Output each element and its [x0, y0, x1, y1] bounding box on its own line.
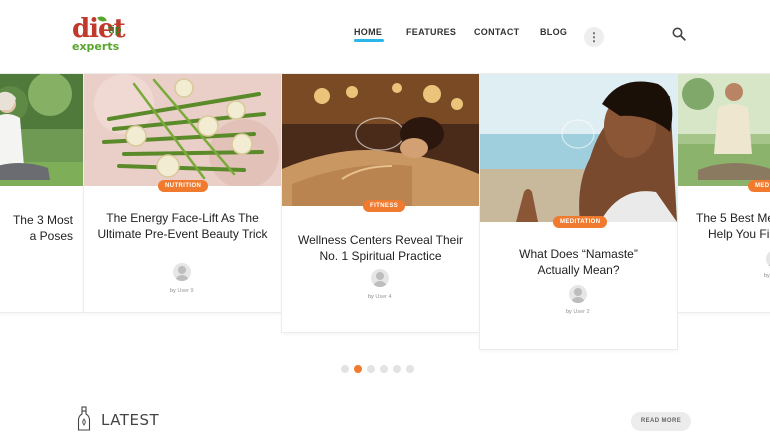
pagination-dot[interactable] — [406, 365, 414, 373]
carousel-card[interactable]: NUTRITION The Energy Face-Lift As The Ul… — [84, 74, 281, 312]
category-badge[interactable]: FITNESS — [363, 200, 406, 212]
category-badge[interactable]: MEDITATION — [553, 216, 608, 228]
carousel-card[interactable]: The 3 Most a Poses — [0, 74, 83, 312]
category-badge[interactable]: NUTRITION — [158, 180, 209, 192]
byline: by User 4 — [368, 294, 392, 300]
card-image-yoga-man — [678, 74, 770, 186]
carousel-card[interactable]: MED The 5 Best Me Help You Fi by — [678, 74, 770, 312]
author-link[interactable]: User 2 — [573, 309, 589, 315]
card-title[interactable]: The Energy Face-Lift As The Ultimate Pre… — [94, 210, 271, 242]
card-title[interactable]: The 5 Best Me Help You Fi — [696, 210, 770, 242]
avatar — [569, 285, 587, 303]
card-image-yoga-woman — [0, 74, 83, 186]
card-title[interactable]: Wellness Centers Reveal Their No. 1 Spir… — [292, 232, 469, 264]
pagination-dot[interactable] — [380, 365, 388, 373]
pagination-dot[interactable] — [367, 365, 375, 373]
card-title-line: Help You Fi — [708, 227, 770, 241]
category-badge[interactable]: MED — [748, 180, 770, 192]
read-more-button[interactable]: READ MORE — [631, 412, 691, 431]
nav-item-contact[interactable]: CONTACT — [474, 27, 519, 37]
card-title[interactable]: The 3 Most a Poses — [0, 212, 73, 244]
search-icon[interactable] — [672, 27, 686, 41]
logo-sub-text: experts — [72, 40, 120, 53]
byline: by User 2 — [566, 309, 590, 315]
avatar — [173, 263, 191, 281]
byline: by User 9 — [170, 288, 194, 294]
site-header: diet tip experts HOME FEATURES CONTACT B… — [0, 0, 770, 72]
featured-carousel: The 3 Most a Poses NUTRITION The Energy … — [0, 74, 770, 354]
more-menu-button[interactable]: ⋮ — [584, 27, 604, 47]
nav-item-blog[interactable]: BLOG — [540, 27, 567, 37]
avatar — [371, 269, 389, 287]
nav-item-home[interactable]: HOME — [354, 27, 385, 42]
carousel-card[interactable]: FITNESS Wellness Centers Reveal Their No… — [282, 74, 479, 332]
vertical-dots-icon: ⋮ — [588, 30, 600, 44]
latest-section-title: LATEST — [101, 411, 160, 429]
card-title[interactable]: What Does “Namaste” Actually Mean? — [514, 246, 643, 278]
byline-prefix: by — [170, 288, 176, 294]
nav-item-features[interactable]: FEATURES — [406, 27, 456, 37]
pagination-dot-active[interactable] — [354, 365, 362, 373]
card-title-line: The 3 Most — [12, 213, 73, 227]
bottle-icon — [77, 406, 91, 431]
card-image-spa-massage — [282, 74, 479, 206]
author-link[interactable]: User 9 — [177, 288, 193, 294]
site-logo[interactable]: diet tip experts — [70, 14, 132, 56]
byline-prefix: by — [368, 294, 374, 300]
carousel-card[interactable]: MEDITATION What Does “Namaste” Actually … — [480, 74, 677, 349]
byline-prefix: by — [566, 309, 572, 315]
card-image-namaste-woman — [480, 74, 677, 222]
avatar — [766, 250, 770, 268]
logo-accent-text: tip — [108, 24, 122, 36]
pagination-dot[interactable] — [341, 365, 349, 373]
card-image-asparagus — [84, 74, 281, 186]
author-link[interactable]: User 4 — [375, 294, 391, 300]
pagination-dot[interactable] — [393, 365, 401, 373]
card-title-line: The 5 Best Me — [696, 211, 770, 225]
card-title-line: a Poses — [29, 229, 73, 243]
byline: by — [764, 273, 770, 279]
